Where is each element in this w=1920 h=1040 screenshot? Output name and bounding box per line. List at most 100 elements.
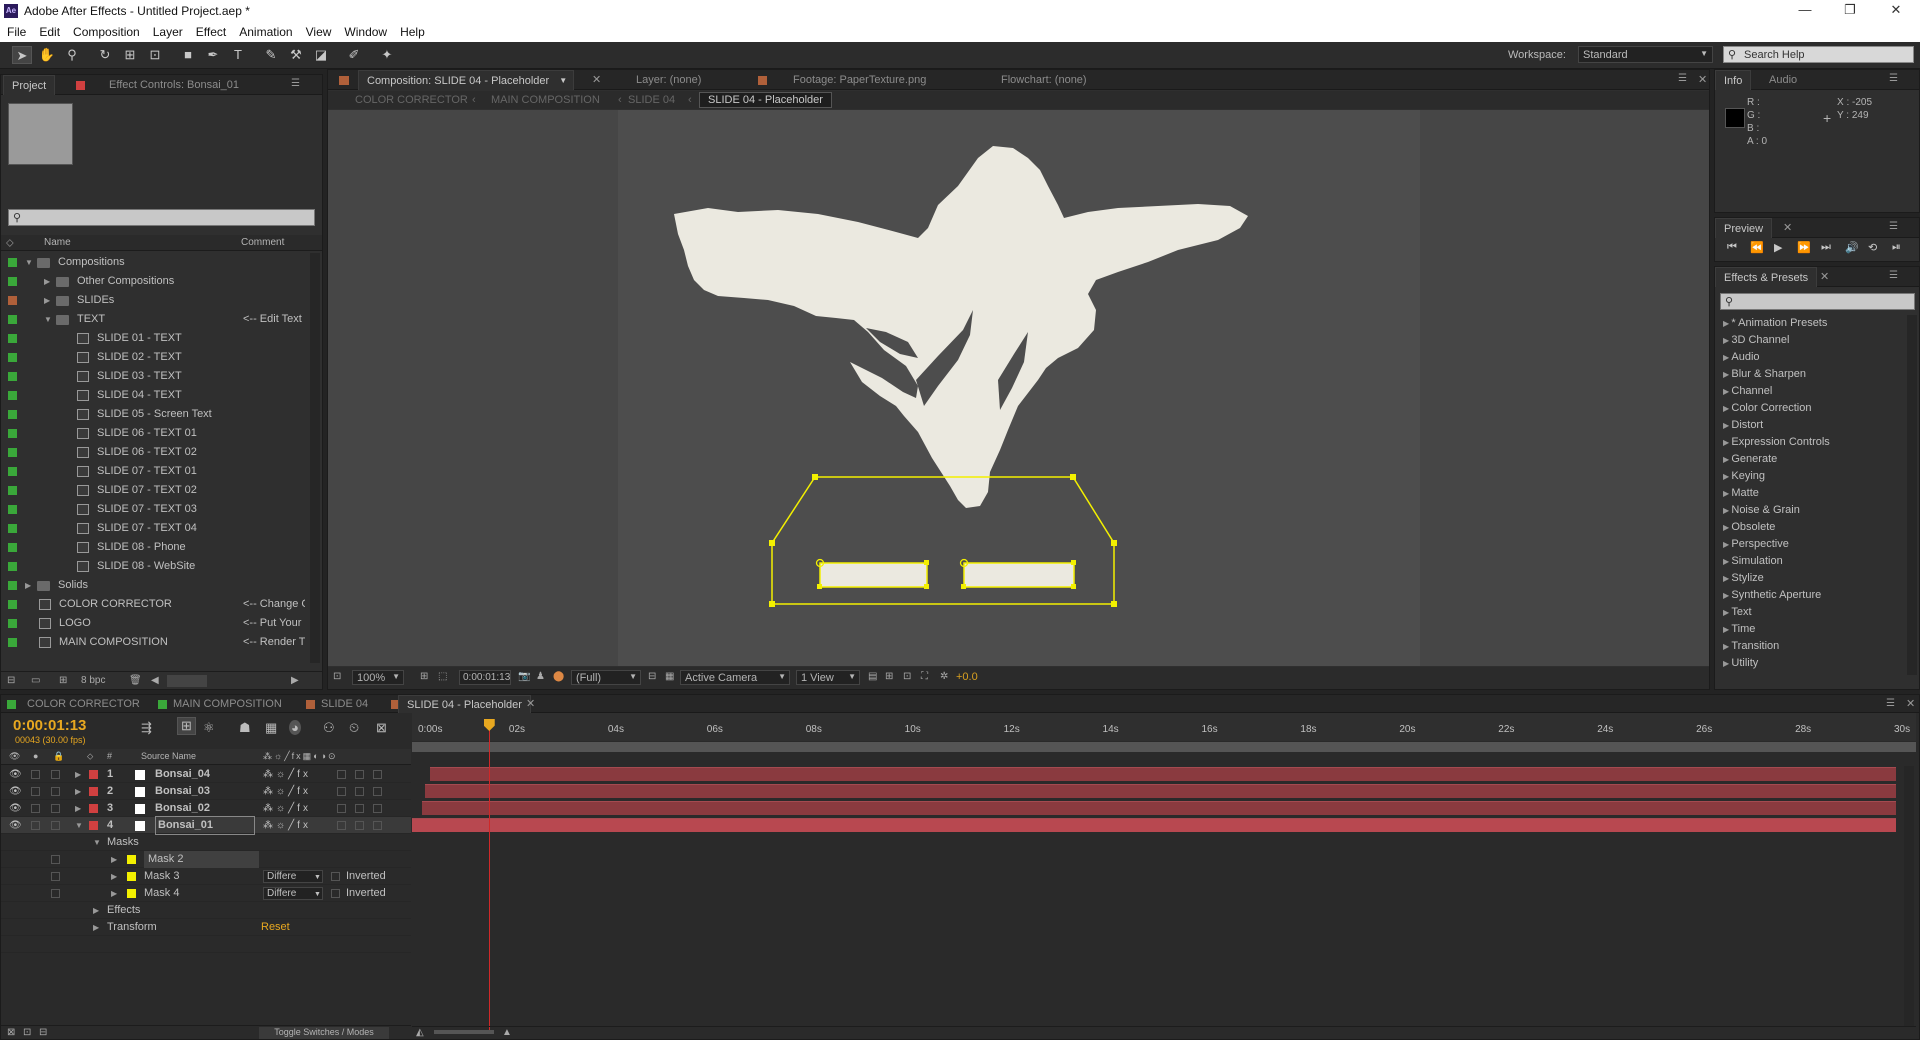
layer-switch-box[interactable]	[337, 821, 346, 830]
close-tab-icon[interactable]: ✕	[1820, 270, 1829, 283]
breadcrumb-main-composition[interactable]: MAIN COMPOSITION	[491, 94, 600, 106]
menu-view[interactable]: View	[299, 22, 338, 39]
ram-preview-icon[interactable]: ⏯	[1892, 241, 1901, 254]
breadcrumb-color-corrector[interactable]: COLOR CORRECTOR	[355, 94, 468, 106]
property-name[interactable]: Effects	[107, 902, 140, 919]
layer-switches-icon[interactable]: ⊠	[7, 1027, 15, 1038]
column-name[interactable]: Name	[44, 237, 71, 248]
rectangle-tool-icon[interactable]: ■	[178, 46, 198, 64]
label-swatch[interactable]	[8, 277, 17, 286]
lock-toggle[interactable]	[51, 770, 60, 779]
label-swatch[interactable]	[8, 410, 17, 419]
layer-duration-bar[interactable]	[412, 818, 1896, 832]
close-tab-icon[interactable]: ✕	[592, 73, 601, 86]
label-swatch[interactable]	[8, 562, 17, 571]
effects-search-input[interactable]: ⚲	[1720, 293, 1915, 310]
views-dropdown[interactable]: 1 View ▼	[796, 670, 860, 685]
tab-footage[interactable]: Footage: PaperTexture.png	[785, 70, 934, 90]
property-name[interactable]: Masks	[107, 834, 139, 851]
panel-menu-icon[interactable]: ☰	[291, 79, 305, 89]
column-source-name[interactable]: Source Name	[141, 751, 196, 761]
project-item[interactable]: SLIDE 08 - WebSite	[1, 557, 306, 576]
menu-window[interactable]: Window	[337, 22, 393, 39]
lock-toggle[interactable]	[51, 787, 60, 796]
expand-toggle-icon[interactable]: ▶	[25, 576, 31, 595]
in-out-icon[interactable]: ⊟	[39, 1027, 47, 1038]
effect-category[interactable]: ▶ Color Correction	[1723, 400, 1811, 417]
camera-dropdown[interactable]: Active Camera ▼	[680, 670, 790, 685]
work-area-bar[interactable]	[412, 742, 1916, 752]
next-frame-icon[interactable]: ⏩	[1797, 241, 1811, 254]
project-item[interactable]: SLIDE 06 - TEXT 01	[1, 424, 306, 443]
column-comment[interactable]: Comment	[241, 237, 284, 248]
rotate-tool-icon[interactable]: ↻	[95, 46, 115, 64]
project-item[interactable]: SLIDE 04 - TEXT	[1, 386, 306, 405]
tab-layer[interactable]: Layer: (none)	[628, 70, 709, 90]
label-swatch[interactable]	[8, 619, 17, 628]
magnification-dropdown[interactable]: 100% ▼	[352, 670, 404, 685]
menu-help[interactable]: Help	[393, 22, 431, 39]
region-of-interest-icon[interactable]: ⊟	[648, 671, 656, 682]
toggle-pixel-aspect-icon[interactable]: ▤	[868, 671, 877, 682]
project-item[interactable]: ▶ Solids	[1, 576, 306, 595]
timeline-current-time[interactable]: 0:00:01:13	[13, 717, 86, 734]
tab-effect-controls[interactable]: Effect Controls: Bonsai_01	[101, 75, 247, 95]
effect-category[interactable]: ▶ Generate	[1723, 451, 1777, 468]
transform-reset-link[interactable]: Reset	[261, 919, 290, 936]
effect-category[interactable]: ▶ Simulation	[1723, 553, 1783, 570]
minimize-button[interactable]: —	[1785, 2, 1825, 17]
expand-toggle-icon[interactable]: ▼	[93, 834, 101, 851]
label-swatch[interactable]	[8, 353, 17, 362]
solo-toggle[interactable]	[31, 821, 40, 830]
camera-tool-icon[interactable]: ⊞	[120, 46, 140, 64]
timeline-tab-slide04[interactable]: SLIDE 04	[313, 695, 376, 713]
label-swatch[interactable]	[8, 315, 17, 324]
resolution-dropdown[interactable]: (Full) ▼	[571, 670, 641, 685]
solo-toggle[interactable]	[31, 787, 40, 796]
fast-previews-icon[interactable]: ⊞	[885, 671, 893, 682]
tab-composition[interactable]: Composition: SLIDE 04 - Placeholder ▼	[358, 70, 575, 90]
label-swatch[interactable]	[8, 448, 17, 457]
label-swatch[interactable]	[8, 505, 17, 514]
label-swatch[interactable]	[8, 581, 17, 590]
close-button[interactable]: ✕	[1876, 2, 1916, 18]
project-item[interactable]: SLIDE 06 - TEXT 02	[1, 443, 306, 462]
layer-name[interactable]: Bonsai_02	[155, 800, 210, 817]
scroll-left-icon[interactable]: ◀	[151, 675, 159, 686]
label-swatch[interactable]	[8, 524, 17, 533]
project-item[interactable]: SLIDE 07 - TEXT 02	[1, 481, 306, 500]
new-composition-icon[interactable]: ⊞	[59, 675, 67, 686]
project-item[interactable]: SLIDE 05 - Screen Text	[1, 405, 306, 424]
comp-mini-flowchart-icon[interactable]: ⇶	[141, 720, 152, 736]
layer-switches-icons[interactable]: ⁂☼╱fx	[263, 766, 311, 783]
pan-behind-tool-icon[interactable]: ⊡	[145, 46, 165, 64]
panel-menu-icon[interactable]: ☰	[1889, 271, 1903, 281]
label-swatch[interactable]	[8, 543, 17, 552]
channel-icon[interactable]: ⬤	[553, 671, 564, 682]
menu-layer[interactable]: Layer	[146, 22, 189, 39]
live-update-icon[interactable]: ⊞	[177, 717, 196, 735]
horizontal-scroll-thumb[interactable]	[167, 675, 207, 687]
expand-toggle-icon[interactable]: ▼	[75, 817, 83, 834]
tab-preview[interactable]: Preview	[1715, 218, 1773, 238]
label-swatch[interactable]	[8, 258, 17, 267]
label-swatch[interactable]	[8, 296, 17, 305]
property-name[interactable]: Mask 2	[144, 851, 259, 868]
solo-toggle[interactable]	[31, 804, 40, 813]
label-swatch[interactable]	[8, 391, 17, 400]
exposure-value[interactable]: +0.0	[956, 671, 978, 683]
label-swatch[interactable]	[8, 334, 17, 343]
close-tab-icon[interactable]: ✕	[526, 697, 535, 710]
maximize-button[interactable]: ❐	[1830, 2, 1870, 18]
property-row-mask3[interactable]: ▶ Mask 3 Differe ▼ Inverted	[1, 868, 411, 885]
effect-category[interactable]: ▶ Noise & Grain	[1723, 502, 1800, 519]
workspace-dropdown[interactable]: Standard ▼	[1578, 46, 1713, 63]
lock-toggle[interactable]	[51, 889, 60, 898]
previous-frame-icon[interactable]: ⏪	[1750, 241, 1764, 254]
clone-stamp-tool-icon[interactable]: ⚒	[286, 46, 306, 64]
menu-animation[interactable]: Animation	[232, 22, 298, 39]
auto-keyframe-icon[interactable]: ⏲	[349, 720, 359, 736]
property-name[interactable]: Mask 3	[144, 868, 179, 885]
zoom-out-icon[interactable]: ◭	[416, 1027, 424, 1038]
bpc-button[interactable]: 8 bpc	[81, 675, 105, 686]
